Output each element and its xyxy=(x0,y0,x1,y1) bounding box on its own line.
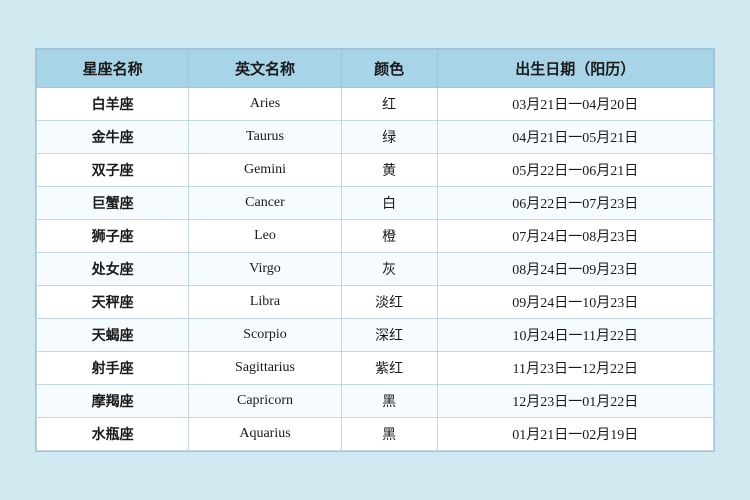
cell-chinese-name: 水瓶座 xyxy=(37,418,189,451)
cell-chinese-name: 巨蟹座 xyxy=(37,187,189,220)
cell-date: 10月24日一11月22日 xyxy=(437,319,713,352)
table-row: 水瓶座Aquarius黑01月21日一02月19日 xyxy=(37,418,714,451)
cell-chinese-name: 天秤座 xyxy=(37,286,189,319)
cell-chinese-name: 狮子座 xyxy=(37,220,189,253)
table-row: 处女座Virgo灰08月24日一09月23日 xyxy=(37,253,714,286)
cell-english-name: Virgo xyxy=(189,253,341,286)
cell-english-name: Capricorn xyxy=(189,385,341,418)
cell-english-name: Cancer xyxy=(189,187,341,220)
cell-color: 黄 xyxy=(341,154,437,187)
cell-english-name: Sagittarius xyxy=(189,352,341,385)
table-row: 狮子座Leo橙07月24日一08月23日 xyxy=(37,220,714,253)
cell-color: 红 xyxy=(341,88,437,121)
cell-chinese-name: 处女座 xyxy=(37,253,189,286)
header-date: 出生日期（阳历） xyxy=(437,50,713,88)
cell-color: 黑 xyxy=(341,418,437,451)
cell-color: 黑 xyxy=(341,385,437,418)
table-row: 天秤座Libra淡红09月24日一10月23日 xyxy=(37,286,714,319)
header-chinese-name: 星座名称 xyxy=(37,50,189,88)
cell-color: 白 xyxy=(341,187,437,220)
header-english-name: 英文名称 xyxy=(189,50,341,88)
table-row: 巨蟹座Cancer白06月22日一07月23日 xyxy=(37,187,714,220)
cell-date: 08月24日一09月23日 xyxy=(437,253,713,286)
table-header-row: 星座名称 英文名称 颜色 出生日期（阳历） xyxy=(37,50,714,88)
cell-english-name: Aries xyxy=(189,88,341,121)
cell-chinese-name: 天蝎座 xyxy=(37,319,189,352)
cell-english-name: Libra xyxy=(189,286,341,319)
table-row: 摩羯座Capricorn黑12月23日一01月22日 xyxy=(37,385,714,418)
cell-english-name: Taurus xyxy=(189,121,341,154)
cell-date: 06月22日一07月23日 xyxy=(437,187,713,220)
cell-english-name: Gemini xyxy=(189,154,341,187)
cell-color: 深红 xyxy=(341,319,437,352)
cell-chinese-name: 双子座 xyxy=(37,154,189,187)
zodiac-table-container: 星座名称 英文名称 颜色 出生日期（阳历） 白羊座Aries红03月21日一04… xyxy=(35,48,715,452)
cell-date: 11月23日一12月22日 xyxy=(437,352,713,385)
header-color: 颜色 xyxy=(341,50,437,88)
cell-chinese-name: 摩羯座 xyxy=(37,385,189,418)
cell-chinese-name: 白羊座 xyxy=(37,88,189,121)
cell-color: 淡红 xyxy=(341,286,437,319)
cell-english-name: Scorpio xyxy=(189,319,341,352)
cell-chinese-name: 射手座 xyxy=(37,352,189,385)
cell-date: 03月21日一04月20日 xyxy=(437,88,713,121)
cell-color: 灰 xyxy=(341,253,437,286)
cell-english-name: Leo xyxy=(189,220,341,253)
cell-date: 07月24日一08月23日 xyxy=(437,220,713,253)
cell-date: 09月24日一10月23日 xyxy=(437,286,713,319)
cell-date: 04月21日一05月21日 xyxy=(437,121,713,154)
table-row: 天蝎座Scorpio深红10月24日一11月22日 xyxy=(37,319,714,352)
table-row: 金牛座Taurus绿04月21日一05月21日 xyxy=(37,121,714,154)
table-row: 白羊座Aries红03月21日一04月20日 xyxy=(37,88,714,121)
table-row: 双子座Gemini黄05月22日一06月21日 xyxy=(37,154,714,187)
cell-color: 紫红 xyxy=(341,352,437,385)
cell-date: 05月22日一06月21日 xyxy=(437,154,713,187)
cell-date: 12月23日一01月22日 xyxy=(437,385,713,418)
cell-date: 01月21日一02月19日 xyxy=(437,418,713,451)
cell-color: 绿 xyxy=(341,121,437,154)
cell-chinese-name: 金牛座 xyxy=(37,121,189,154)
table-row: 射手座Sagittarius紫红11月23日一12月22日 xyxy=(37,352,714,385)
zodiac-table: 星座名称 英文名称 颜色 出生日期（阳历） 白羊座Aries红03月21日一04… xyxy=(36,49,714,451)
table-body: 白羊座Aries红03月21日一04月20日金牛座Taurus绿04月21日一0… xyxy=(37,88,714,451)
cell-english-name: Aquarius xyxy=(189,418,341,451)
cell-color: 橙 xyxy=(341,220,437,253)
